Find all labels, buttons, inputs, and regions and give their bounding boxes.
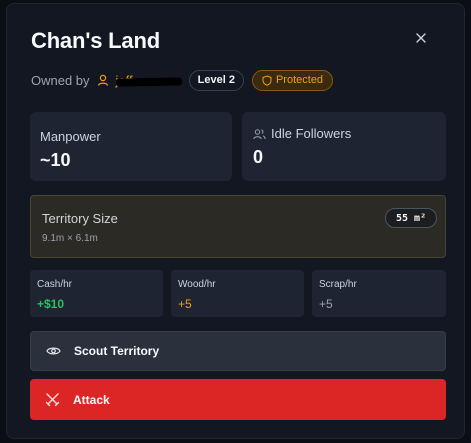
- resource-label: Scrap/hr: [319, 279, 357, 290]
- close-button[interactable]: [411, 28, 431, 48]
- idle-followers-card: Idle Followers 0: [242, 112, 446, 181]
- attack-label: Attack: [73, 392, 110, 407]
- close-icon: [416, 33, 426, 43]
- territory-area-badge: 55 m²: [385, 208, 438, 228]
- users-icon: [253, 128, 266, 139]
- level-badge: Level 2: [188, 69, 244, 91]
- resource-scrap-card: Scrap/hr +5: [312, 270, 446, 317]
- resource-value: +$10: [37, 297, 65, 311]
- resource-cash-card: Cash/hr +$10: [30, 270, 163, 317]
- territory-modal: Chan's Land Owned by jeff Level 2 Protec…: [6, 3, 465, 439]
- resource-wood-card: Wood/hr +5: [171, 270, 304, 317]
- resource-value: +5: [319, 297, 333, 311]
- manpower-value: ~10: [40, 150, 71, 170]
- redaction-scribble: [115, 76, 182, 87]
- shield-icon: [262, 74, 272, 86]
- user-icon: [96, 73, 110, 87]
- eye-icon: [45, 343, 61, 359]
- resource-label: Cash/hr: [37, 279, 73, 290]
- owner-name[interactable]: jeff: [115, 73, 182, 88]
- idle-followers-label-row: Idle Followers: [253, 126, 351, 141]
- owner-row: Owned by jeff Level 2 Protected: [31, 68, 334, 92]
- crossed-swords-icon: [44, 392, 60, 408]
- territory-dimensions: 9.1m × 6.1m: [42, 233, 98, 244]
- owner-prefix: Owned by: [31, 72, 90, 88]
- manpower-card: Manpower ~10: [30, 112, 232, 181]
- manpower-label: Manpower: [40, 129, 101, 144]
- scout-territory-button[interactable]: Scout Territory: [30, 331, 446, 371]
- territory-size-label: Territory Size: [42, 211, 118, 226]
- resource-label: Wood/hr: [178, 279, 216, 290]
- attack-button[interactable]: Attack: [30, 379, 446, 420]
- idle-followers-label: Idle Followers: [271, 126, 352, 141]
- protected-badge: Protected: [251, 69, 334, 91]
- resource-value: +5: [178, 297, 192, 311]
- idle-followers-value: 0: [253, 147, 264, 167]
- modal-title: Chan's Land: [31, 28, 160, 53]
- scout-territory-label: Scout Territory: [74, 344, 160, 358]
- territory-size-card: Territory Size 9.1m × 6.1m 55 m²: [30, 195, 446, 258]
- protected-label: Protected: [275, 74, 324, 86]
